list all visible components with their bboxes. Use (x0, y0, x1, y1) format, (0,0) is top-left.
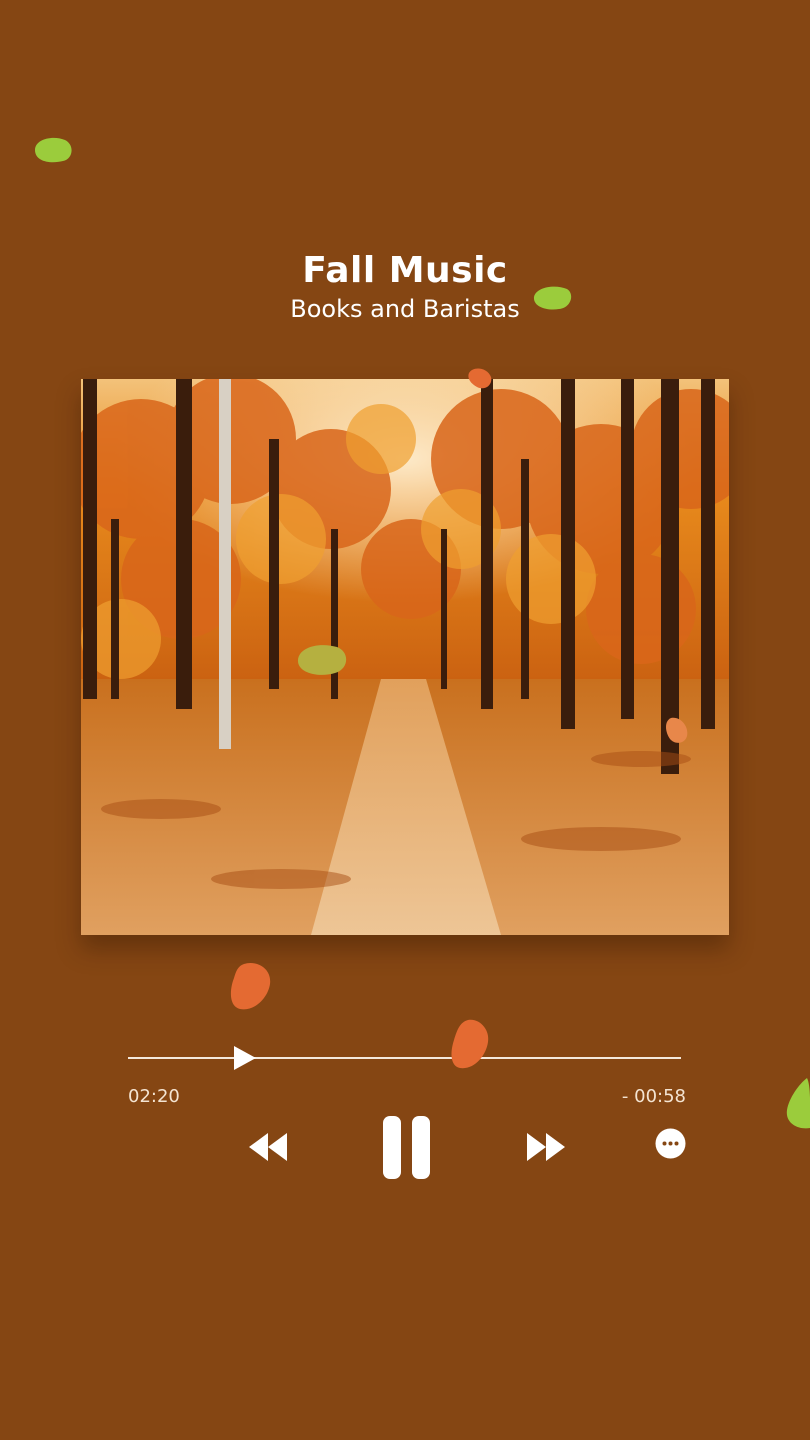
rewind-icon (249, 1133, 287, 1161)
progress-thumb-icon[interactable] (232, 1045, 258, 1071)
track-title: Fall Music (302, 250, 508, 291)
green-leaf-icon (533, 285, 573, 315)
orange-leaf-icon (665, 717, 689, 749)
pause-icon (383, 1116, 430, 1179)
progress-track[interactable] (128, 1057, 681, 1059)
orange-leaf-icon (467, 367, 493, 395)
elapsed-time: 02:20 (128, 1086, 180, 1107)
orange-leaf-icon (450, 1018, 490, 1074)
rewind-button[interactable] (248, 1132, 288, 1162)
album-art (81, 379, 729, 935)
green-leaf-icon (33, 137, 73, 168)
more-options-button[interactable] (655, 1128, 686, 1159)
track-artist: Books and Baristas (290, 295, 520, 323)
fast-forward-button[interactable] (526, 1132, 566, 1162)
remaining-time: - 00:58 (621, 1086, 686, 1107)
olive-leaf-icon (297, 643, 349, 681)
more-options-icon (655, 1128, 686, 1159)
pause-button[interactable] (383, 1116, 431, 1180)
green-leaf-icon (785, 1076, 810, 1134)
fast-forward-icon (527, 1133, 565, 1161)
orange-leaf-icon (230, 962, 272, 1016)
